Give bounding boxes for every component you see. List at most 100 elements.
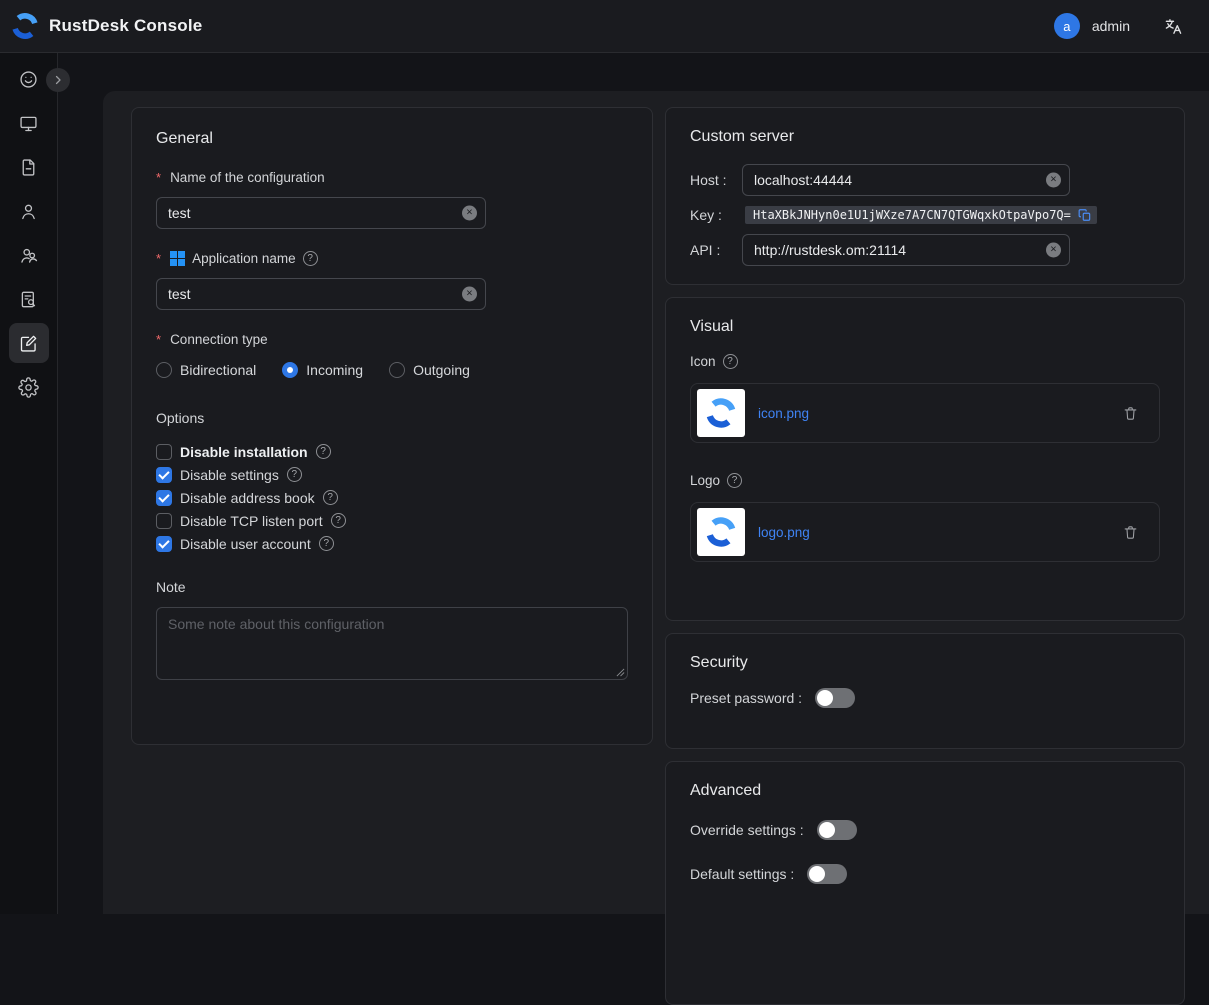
windows-logo-icon — [170, 251, 185, 266]
preset-password-label: Preset password : — [690, 690, 802, 706]
override-settings-toggle[interactable] — [817, 820, 857, 840]
api-row: API : × — [690, 234, 1160, 266]
logo-file-link[interactable]: logo.png — [758, 525, 810, 540]
sidebar-item-audit[interactable] — [9, 279, 49, 319]
override-settings-label: Override settings : — [690, 822, 804, 838]
user-name[interactable]: admin — [1092, 18, 1130, 34]
options-label: Options — [156, 410, 628, 426]
logo-help-icon[interactable]: ? — [727, 473, 742, 488]
checkbox-box — [156, 490, 172, 506]
radio-outgoing[interactable]: Outgoing — [389, 362, 470, 378]
default-settings-label: Default settings : — [690, 866, 794, 882]
icon-thumbnail — [697, 389, 745, 437]
note-field — [156, 607, 628, 680]
face-icon — [18, 69, 39, 90]
checkbox-disable-address-book[interactable]: Disable address book ? — [156, 489, 628, 506]
checkbox-box — [156, 513, 172, 529]
note-textarea[interactable] — [156, 607, 628, 680]
checkbox-box — [156, 444, 172, 460]
copy-key-icon[interactable] — [1078, 208, 1092, 222]
sidebar-item-welcome[interactable] — [9, 59, 49, 99]
document-icon — [18, 157, 39, 178]
sidebar — [0, 53, 58, 914]
default-settings-toggle[interactable] — [807, 864, 847, 884]
sidebar-item-custom-client[interactable] — [9, 323, 49, 363]
visual-card: Visual Icon ? icon.png Logo ? — [665, 297, 1185, 621]
host-field: × — [742, 164, 1070, 196]
general-card: General Name of the configuration × Appl… — [131, 107, 653, 745]
preset-password-toggle[interactable] — [815, 688, 855, 708]
sidebar-item-users[interactable] — [9, 191, 49, 231]
sidebar-item-devices[interactable] — [9, 103, 49, 143]
checkbox-box — [156, 536, 172, 552]
delete-icon-trash-icon[interactable] — [1122, 405, 1139, 422]
radio-dot — [282, 362, 298, 378]
app-name-field: × — [156, 278, 486, 310]
top-bar: RustDesk Console a admin — [0, 0, 1209, 53]
help-icon[interactable]: ? — [323, 490, 338, 505]
icon-label: Icon ? — [690, 354, 1160, 369]
radio-incoming[interactable]: Incoming — [282, 362, 363, 378]
host-row: Host : × — [690, 164, 1160, 196]
checkbox-disable-tcp-listen-port[interactable]: Disable TCP listen port ? — [156, 512, 628, 529]
checkbox-disable-settings[interactable]: Disable settings ? — [156, 466, 628, 483]
clear-host-icon[interactable]: × — [1046, 173, 1061, 188]
users-icon — [18, 245, 39, 266]
app-name-help-icon[interactable]: ? — [303, 251, 318, 266]
connection-type-label: Connection type — [156, 332, 628, 347]
user-icon — [18, 201, 39, 222]
icon-file-link[interactable]: icon.png — [758, 406, 809, 421]
key-value: HtaXBkJNHyn0e1U1jWXze7A7CN7QTGWqxkOtpaVp… — [745, 206, 1097, 224]
default-settings-row: Default settings : — [690, 864, 1160, 884]
checkbox-box — [156, 467, 172, 483]
sidebar-item-groups[interactable] — [9, 235, 49, 275]
key-label: Key : — [690, 207, 742, 223]
clear-app-name-icon[interactable]: × — [462, 287, 477, 302]
main-content: General Name of the configuration × Appl… — [103, 91, 1209, 914]
app-title: RustDesk Console — [49, 16, 202, 36]
app-name-input[interactable] — [156, 278, 486, 310]
preset-password-row: Preset password : — [690, 688, 1160, 708]
settings-icon — [18, 377, 39, 398]
icon-upload-row: icon.png — [690, 383, 1160, 443]
note-label: Note — [156, 579, 628, 595]
clear-config-name-icon[interactable]: × — [462, 206, 477, 221]
advanced-card: Advanced Override settings : Default set… — [665, 761, 1185, 1005]
config-name-label: Name of the configuration — [156, 170, 628, 185]
logo-thumbnail — [697, 508, 745, 556]
delete-logo-trash-icon[interactable] — [1122, 524, 1139, 541]
sidebar-item-sessions[interactable] — [9, 147, 49, 187]
checkbox-disable-user-account[interactable]: Disable user account ? — [156, 535, 628, 552]
config-name-field: × — [156, 197, 486, 229]
edit-icon — [18, 333, 39, 354]
brand: RustDesk Console — [10, 11, 202, 41]
security-title: Security — [690, 654, 1160, 672]
help-icon[interactable]: ? — [316, 444, 331, 459]
host-label: Host : — [690, 172, 742, 188]
help-icon[interactable]: ? — [331, 513, 346, 528]
help-icon[interactable]: ? — [319, 536, 334, 551]
icon-help-icon[interactable]: ? — [723, 354, 738, 369]
logo-label: Logo ? — [690, 473, 1160, 488]
audit-log-icon — [18, 289, 39, 310]
override-settings-row: Override settings : — [690, 820, 1160, 840]
radio-bidirectional[interactable]: Bidirectional — [156, 362, 256, 378]
help-icon[interactable]: ? — [287, 467, 302, 482]
api-input[interactable] — [742, 234, 1070, 266]
checkbox-disable-installation[interactable]: Disable installation ? — [156, 443, 628, 460]
user-avatar[interactable]: a — [1054, 13, 1080, 39]
chevron-right-icon — [52, 74, 64, 86]
host-input[interactable] — [742, 164, 1070, 196]
api-field: × — [742, 234, 1070, 266]
radio-dot — [389, 362, 405, 378]
language-icon[interactable] — [1164, 17, 1183, 36]
config-name-input[interactable] — [156, 197, 486, 229]
sidebar-collapse-button[interactable] — [46, 68, 70, 92]
security-card: Security Preset password : — [665, 633, 1185, 749]
clear-api-icon[interactable]: × — [1046, 243, 1061, 258]
advanced-title: Advanced — [690, 782, 1160, 800]
general-title: General — [156, 130, 628, 148]
rustdesk-logo-icon — [10, 11, 40, 41]
api-label: API : — [690, 242, 742, 258]
sidebar-item-settings[interactable] — [9, 367, 49, 407]
